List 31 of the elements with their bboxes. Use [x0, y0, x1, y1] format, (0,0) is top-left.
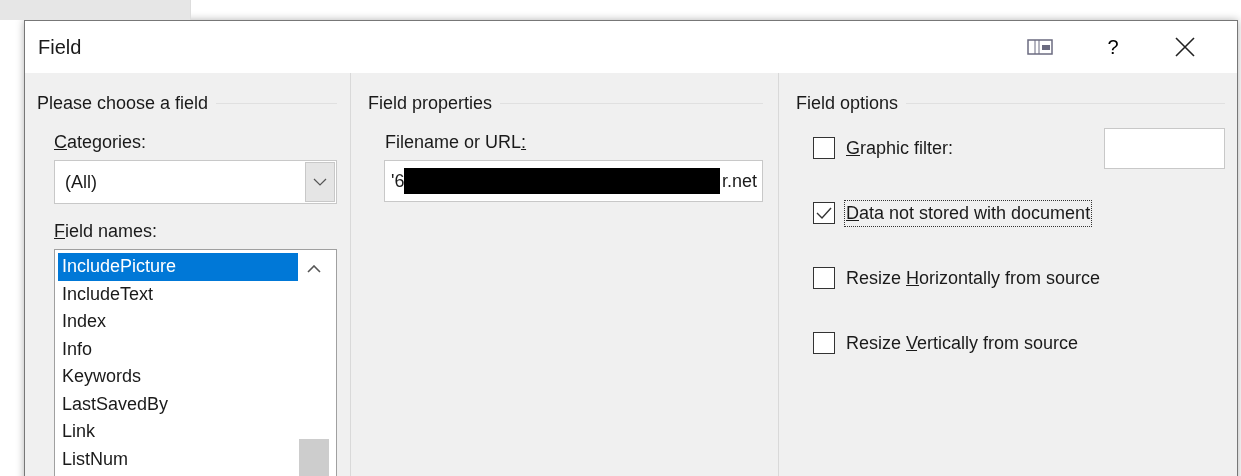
- chevron-up-icon: [307, 265, 321, 273]
- list-item[interactable]: IncludeText: [58, 280, 298, 308]
- checkbox[interactable]: [813, 137, 835, 159]
- list-item[interactable]: Index: [58, 308, 298, 336]
- graphic-filter-input[interactable]: [1104, 127, 1225, 169]
- help-button[interactable]: ?: [1083, 27, 1143, 67]
- group-heading: Please choose a field: [37, 92, 209, 114]
- checkbox-label[interactable]: Graphic filter:: [844, 134, 956, 162]
- list-item[interactable]: Keywords: [58, 363, 298, 391]
- list-item[interactable]: Link: [58, 418, 298, 446]
- list-item[interactable]: Info: [58, 335, 298, 363]
- chevron-down-icon: [313, 178, 327, 186]
- filename-input[interactable]: '6 r.net: [384, 160, 763, 202]
- checkbox-label[interactable]: Resize Horizontally from source: [844, 264, 1103, 292]
- group-heading: Field options: [796, 92, 899, 114]
- group-heading: Field properties: [368, 92, 493, 114]
- window-title: Field: [38, 35, 82, 59]
- close-icon: [1175, 37, 1195, 57]
- categories-label: Categories:: [54, 132, 148, 153]
- field-names-label: Field names:: [54, 221, 159, 242]
- categories-dropdown[interactable]: (All): [54, 160, 337, 204]
- list-item[interactable]: IncludePicture: [58, 253, 298, 281]
- checkbox[interactable]: [813, 267, 835, 289]
- checkbox-label[interactable]: Resize Vertically from source: [844, 329, 1081, 357]
- filename-label: Filename or URL:: [385, 132, 528, 153]
- list-item[interactable]: LastSavedBy: [58, 390, 298, 418]
- list-item[interactable]: ListNum: [58, 445, 298, 473]
- checkbox-label[interactable]: Data not stored with document: [844, 199, 1093, 227]
- checkbox[interactable]: [813, 332, 835, 354]
- window-panes-icon: [1027, 38, 1055, 56]
- checkbox[interactable]: [813, 202, 835, 224]
